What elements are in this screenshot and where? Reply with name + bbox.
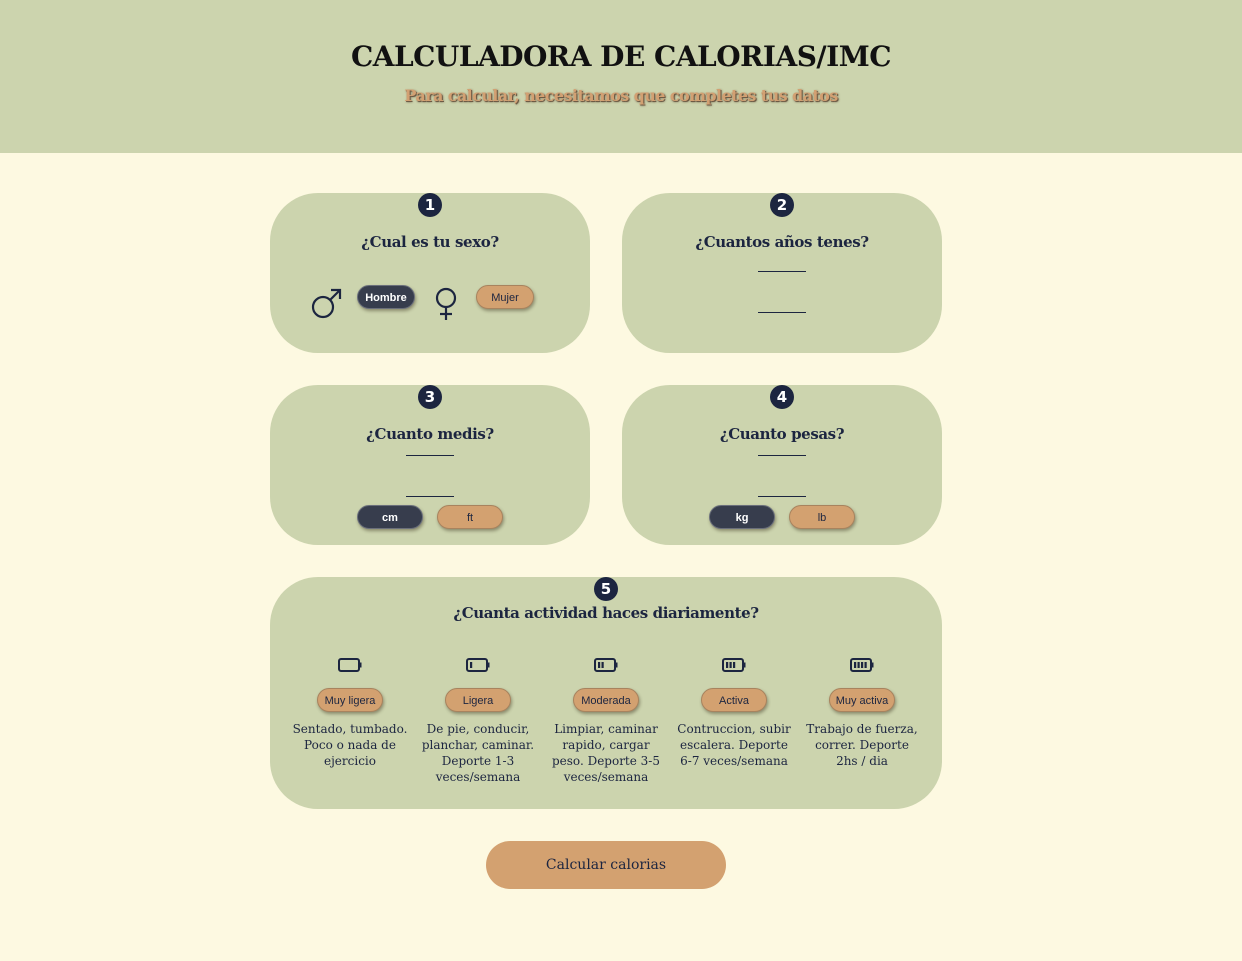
sex-card: 1 ¿Cual es tu sexo? Hombre Mujer [270, 193, 590, 353]
sex-question: ¿Cual es tu sexo? [361, 233, 499, 251]
step-number-badge: 4 [770, 385, 794, 409]
female-option-button[interactable]: Mujer [476, 285, 534, 309]
activity-description: Sentado, tumbado. Poco o nada de ejercic… [292, 722, 408, 768]
battery-one-bar-icon [466, 657, 490, 676]
weight-input[interactable] [758, 439, 806, 456]
page-subtitle: Para calcular, necesitamos que completes… [404, 86, 838, 105]
activity-description: Trabajo de fuerza, correr. Deporte 2hs /… [806, 722, 918, 768]
height-input-secondary[interactable] [406, 480, 454, 497]
activity-very-active-button[interactable]: Muy activa [829, 688, 895, 712]
battery-full-icon [850, 657, 874, 676]
male-option-button[interactable]: Hombre [357, 285, 415, 309]
battery-empty-icon [338, 657, 362, 676]
activity-very-light-button[interactable]: Muy ligera [317, 688, 383, 712]
age-input-secondary[interactable] [758, 296, 806, 313]
activity-question: ¿Cuanta actividad haces diariamente? [453, 604, 759, 622]
battery-three-bars-icon [722, 657, 746, 676]
step-number-badge: 2 [770, 193, 794, 217]
height-card: 3 ¿Cuanto medis? cm ft [270, 385, 590, 545]
activity-moderate-button[interactable]: Moderada [573, 688, 639, 712]
unit-kg-button[interactable]: kg [709, 505, 775, 529]
step-number-badge: 5 [594, 577, 618, 601]
age-question: ¿Cuantos años tenes? [695, 233, 869, 251]
activity-light-button[interactable]: Ligera [445, 688, 511, 712]
height-input[interactable] [406, 439, 454, 456]
activity-description: De pie, conducir, planchar, caminar. Dep… [421, 722, 535, 784]
female-symbol-icon[interactable] [433, 287, 459, 321]
weight-card: 4 ¿Cuanto pesas? kg lb [622, 385, 942, 545]
step-number-badge: 3 [418, 385, 442, 409]
unit-cm-button[interactable]: cm [357, 505, 423, 529]
unit-ft-button[interactable]: ft [437, 505, 503, 529]
weight-input-secondary[interactable] [758, 480, 806, 497]
page-header: CALCULADORA DE CALORIAS/IMC Para calcula… [0, 0, 1242, 153]
step-number-badge: 1 [418, 193, 442, 217]
calculate-calories-button[interactable]: Calcular calorias [486, 841, 726, 889]
age-input[interactable] [758, 255, 806, 272]
battery-two-bars-icon [594, 657, 618, 676]
page-title: CALCULADORA DE CALORIAS/IMC [350, 40, 892, 73]
male-symbol-icon[interactable] [310, 287, 344, 321]
activity-card: 5 ¿Cuanta actividad haces diariamente? M… [270, 577, 942, 809]
age-card: 2 ¿Cuantos años tenes? [622, 193, 942, 353]
activity-description: Limpiar, caminar rapido, cargar peso. De… [551, 722, 660, 784]
activity-active-button[interactable]: Activa [701, 688, 767, 712]
unit-lb-button[interactable]: lb [789, 505, 855, 529]
activity-description: Contruccion, subir escalera. Deporte 6-7… [677, 722, 791, 768]
